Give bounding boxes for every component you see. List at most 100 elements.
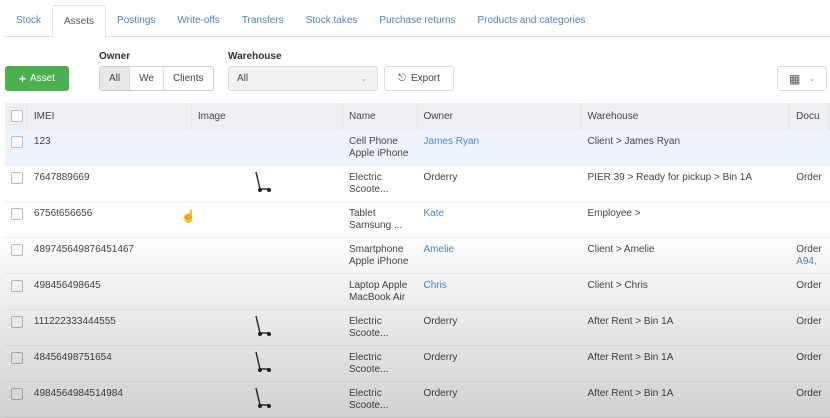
table-row[interactable]: 498456498645 Laptop Apple MacBook Air ..… — [5, 274, 830, 310]
cursor-icon: ☝ — [181, 209, 196, 223]
tab-assets[interactable]: Assets — [52, 5, 107, 38]
export-button[interactable]: ⎋ Export — [384, 66, 454, 91]
tab-stock[interactable]: Stock — [5, 5, 52, 36]
name-cell: Smartphone Apple iPhone ... — [348, 244, 409, 273]
name-cell: Electric Scoote... — [348, 388, 389, 411]
tab-postings[interactable]: Postings — [106, 5, 166, 36]
imei-cell: 111222333444555 — [33, 316, 116, 327]
grid-icon: ▦ — [788, 71, 801, 86]
column-header[interactable]: Image — [192, 103, 343, 130]
tab-products-and-categories[interactable]: Products and categories — [467, 5, 597, 36]
name-cell: Electric Scoote... — [348, 172, 389, 195]
image-cell — [192, 166, 343, 201]
table-row[interactable]: 111222333444555 Electric Scoote... Order… — [5, 310, 830, 346]
tab-write-offs[interactable]: Write-offs — [166, 5, 230, 36]
image-cell — [192, 130, 343, 165]
column-settings-button[interactable]: ▦ ⌄ — [777, 66, 827, 91]
row-checkbox[interactable] — [11, 208, 23, 220]
row-checkbox[interactable] — [11, 172, 23, 184]
warehouse-select[interactable]: All ⌄ — [228, 66, 378, 91]
chevron-down-icon: ⌄ — [808, 74, 816, 83]
owner-cell[interactable]: Kate — [418, 202, 582, 237]
owner-filter: All We Clients — [99, 66, 214, 91]
name-cell: Electric Scoote... — [348, 352, 389, 375]
document-cell — [790, 130, 830, 165]
document-cell — [790, 202, 830, 237]
column-header[interactable]: Name — [343, 103, 418, 130]
add-asset-button[interactable]: + Asset — [5, 66, 69, 91]
select-all-checkbox[interactable] — [11, 110, 23, 122]
document-cell: Order — [790, 310, 830, 345]
warehouse-cell: After Rent > Bin 1A — [587, 388, 674, 399]
warehouse-cell: Client > James Ryan — [587, 136, 681, 147]
scooter-image — [255, 351, 271, 372]
imei-cell: 123 — [33, 136, 51, 147]
table-row[interactable]: 4984564984514984 Electric Scoote... Orde… — [5, 382, 830, 418]
table-row[interactable]: 489745649876451467 Smartphone Apple iPho… — [5, 238, 830, 274]
warehouse-cell: Employee > — [587, 208, 641, 219]
row-checkbox[interactable] — [11, 352, 23, 364]
image-cell — [192, 202, 343, 237]
name-cell: Cell Phone Apple iPhone ... — [348, 136, 409, 165]
warehouse-cell: Client > Amelie — [587, 244, 655, 255]
owner-cell[interactable]: Amelie — [418, 238, 582, 273]
owner-cell[interactable]: Chris — [418, 274, 582, 309]
owner-cell: Orderry — [423, 352, 458, 363]
table-row[interactable]: 123 Cell Phone Apple iPhone ... James Ry… — [5, 130, 830, 166]
document-cell: Order — [790, 274, 830, 309]
document-text: Order — [796, 388, 822, 399]
warehouse-cell: After Rent > Bin 1A — [587, 352, 674, 363]
document-text: Order — [796, 280, 822, 291]
warehouse-cell: PIER 39 > Ready for pickup > Bin 1A — [587, 172, 753, 183]
imei-cell: 4984564984514984 — [33, 388, 123, 399]
image-cell — [192, 310, 343, 345]
owner-cell: Orderry — [423, 388, 458, 399]
owner-we-button[interactable]: We — [130, 67, 164, 90]
owner-cell: Orderry — [423, 316, 458, 327]
document-cell: Order A94, — [790, 238, 830, 273]
document-cell: Order — [790, 382, 830, 417]
tab-transfers[interactable]: Transfers — [231, 5, 295, 36]
document-text: Order — [796, 352, 822, 363]
owner-cell: Orderry — [423, 172, 458, 183]
name-cell: Laptop Apple MacBook Air ... — [348, 280, 408, 309]
row-checkbox[interactable] — [11, 388, 23, 400]
document-text: Order — [796, 244, 822, 255]
table-row[interactable]: 6756t656656 Tablet Samsung ... Kate Empl… — [5, 202, 830, 238]
imei-cell: 489745649876451467 — [33, 244, 134, 255]
scooter-image — [255, 315, 271, 336]
column-header[interactable]: Docu — [790, 103, 830, 130]
column-header[interactable]: IMEI — [28, 103, 192, 130]
table-row[interactable]: 7647889669 Electric Scoote... Orderry PI… — [5, 166, 830, 202]
plus-icon: + — [18, 71, 26, 86]
export-icon: ⎋ — [398, 73, 406, 84]
owner-clients-button[interactable]: Clients — [163, 67, 213, 90]
image-cell — [192, 238, 343, 273]
imei-cell: 6756t656656 — [33, 208, 93, 219]
assets-table: IMEI Image Name Owner Warehouse Docu 123 Cell… — [5, 103, 830, 418]
tab-stock-takes[interactable]: Stock takes — [295, 5, 369, 36]
document-text: Order — [796, 316, 822, 327]
image-cell — [192, 274, 343, 309]
document-cell: Order — [790, 346, 830, 381]
document-cell: Order — [790, 166, 830, 201]
tab-purchase-returns[interactable]: Purchase returns — [368, 5, 466, 36]
column-header[interactable]: Warehouse — [582, 103, 791, 130]
row-checkbox[interactable] — [11, 280, 23, 292]
name-cell: Tablet Samsung ... — [348, 208, 403, 231]
warehouse-label: Warehouse — [228, 51, 282, 62]
document-text: Order — [796, 172, 822, 183]
row-checkbox[interactable] — [11, 316, 23, 328]
row-checkbox[interactable] — [11, 136, 23, 148]
scooter-image — [255, 387, 271, 408]
table-row[interactable]: 48456498751654 Electric Scoote... Orderr… — [5, 346, 830, 382]
imei-cell: 48456498751654 — [33, 352, 112, 363]
row-checkbox[interactable] — [11, 244, 23, 256]
document-link[interactable]: A94, — [796, 256, 824, 268]
chevron-down-icon: ⌄ — [360, 74, 367, 83]
column-header[interactable]: Owner — [418, 103, 582, 130]
imei-cell: 7647889669 — [33, 172, 90, 183]
owner-all-button[interactable]: All — [100, 67, 131, 90]
scooter-image — [255, 171, 271, 192]
owner-cell[interactable]: James Ryan — [418, 130, 582, 165]
